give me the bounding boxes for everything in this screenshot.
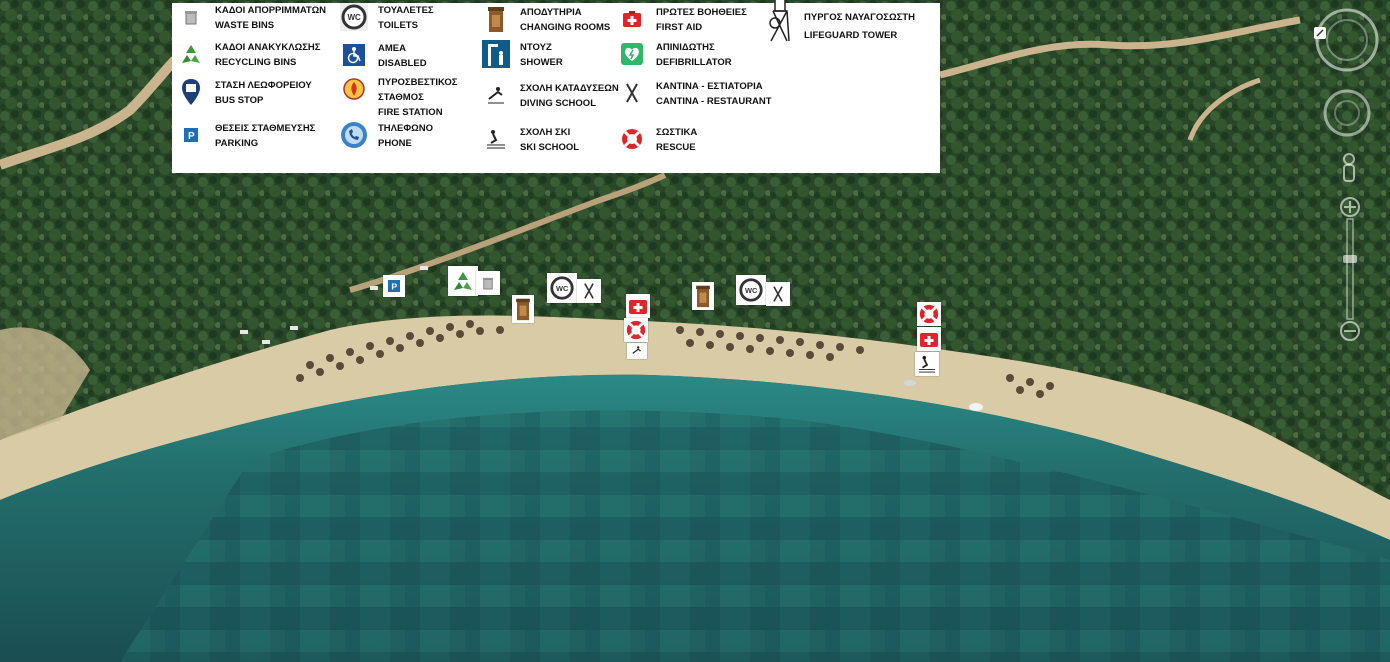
legend-item-diving-school: ΣΧΟΛΗ ΚΑΤΑΔΥΣΕΩΝ DIVING SCHOOL [482,81,619,111]
compass-control[interactable] [1312,5,1382,80]
map-marker-waste-bin[interactable] [476,271,500,295]
map-marker-parking[interactable]: P [383,275,405,297]
legend-item-ski-school: ΣΧΟΛΗ ΣΚΙ SKI SCHOOL [482,125,579,155]
legend-item-rescue: ΣΩΣΤΙΚΑ RESCUE [618,125,697,155]
map-marker-toilets-2[interactable]: WC [736,275,766,305]
recycling-icon [177,40,205,68]
wheelchair-icon [340,41,368,69]
map-marker-first-aid-2[interactable] [917,327,941,351]
street-view-pegman-icon[interactable] [1338,152,1360,197]
legend-item-first-aid: ΠΡΩΤΕΣ ΒΟΗΘΕΙΕΣ FIRST AID [618,5,747,35]
phone-icon [340,121,368,149]
legend-item-toilets: WC ΤΟΥΑΛΕΤΕΣ TOILETS [340,3,434,33]
svg-text:P: P [188,131,195,142]
legend-item-fire-station: ΠΥΡΟΣΒΕΣΤΙΚΟΣ ΣΤΑΘΜΟΣ FIRE STATION [340,75,468,120]
map-marker-cantina-2[interactable] [766,282,790,306]
map-marker-first-aid[interactable] [626,294,650,318]
legend-item-lifeguard-tower: ΠΥΡΓΟΣ ΝΑΥΑΓΟΣΩΣΤΗ LIFEGUARD TOWER [766,0,915,43]
shower-icon [482,40,510,68]
lifebuoy-icon [618,125,646,153]
fire-station-icon [340,75,368,103]
bus-stop-icon [177,78,205,106]
diving-icon [482,81,510,109]
legend-item-cantina: ΚΑΝΤΙΝΑ - ΕΣΤΙΑΤΟΡΙΑ CANTINA - RESTAURANT [618,79,772,109]
map-marker-changing-room[interactable] [512,295,534,323]
map-marker-cantina[interactable] [577,279,601,303]
legend-item-changing-rooms: ΑΠΟΔΥΤΗΡΙΑ CHANGING ROOMS [482,5,610,35]
lifeguard-tower-icon [766,0,794,42]
map-legend: ΚΑΔΟΙ ΑΠΟΡΡΙΜΜΑΤΩΝ WASTE BINS ΚΑΔΟΙ ΑΝΑΚΥ… [172,0,940,173]
map-marker-recycling[interactable] [448,266,478,296]
legend-item-bus-stop: ΣΤΑΣΗ ΛΕΩΦΟΡΕΙΟΥ BUS STOP [177,78,312,108]
svg-text:WC: WC [556,284,569,293]
svg-text:WC: WC [348,13,362,22]
trash-can-icon [177,3,205,31]
parking-icon: P [177,121,205,149]
zoom-slider[interactable] [1338,195,1362,350]
legend-item-defibrillator: ΑΠΙΝΙΔΩΤΗΣ DEFIBRILLATOR [618,40,732,70]
legend-item-phone: ΤΗΛΕΦΩΝΟ PHONE [340,121,433,151]
map-marker-diving[interactable] [627,343,647,359]
map-marker-rescue-2[interactable] [917,302,941,326]
changing-room-icon [482,5,510,33]
ski-icon [482,125,510,153]
cantina-icon [618,79,646,107]
map-marker-rescue[interactable] [624,318,648,342]
legend-item-recycling-bins: ΚΑΔΟΙ ΑΝΑΚΥΚΛΩΣΗΣ RECYCLING BINS [177,40,320,70]
legend-item-parking: P ΘΕΣΕΙΣ ΣΤΑΘΜΕΥΣΗΣ PARKING [177,121,315,151]
legend-item-shower: ΝΤΟΥΖ SHOWER [482,40,563,70]
look-control[interactable] [1322,88,1372,143]
map-marker-changing-room-2[interactable] [692,282,714,310]
legend-item-disabled: ΑΜΕΑ DISABLED [340,41,427,71]
legend-item-waste-bins: ΚΑΔΟΙ ΑΠΟΡΡΙΜΜΑΤΩΝ WASTE BINS [177,3,326,33]
wc-icon: WC [340,3,368,31]
first-aid-icon [618,5,646,33]
map-marker-toilets[interactable]: WC [547,273,577,303]
defibrillator-icon [618,40,646,68]
map-marker-ski-school[interactable] [915,352,939,376]
svg-text:P: P [391,281,397,291]
svg-text:WC: WC [745,286,758,295]
